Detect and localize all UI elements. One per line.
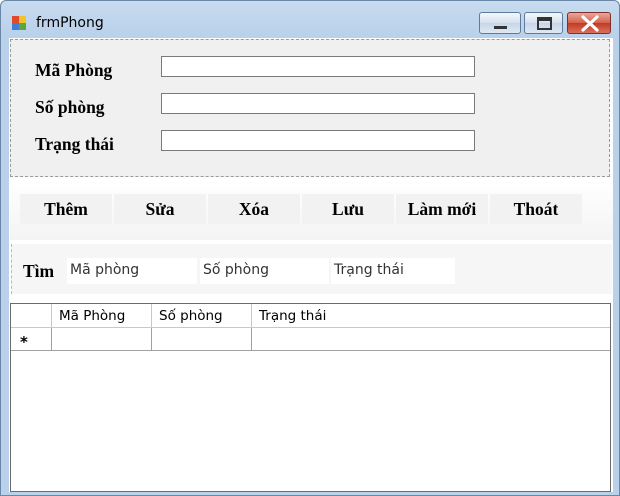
column-header-so-phong[interactable]: Số phòng (152, 304, 252, 328)
form-client-area: Mã Phòng Số phòng Trạng thái Thêm Sửa Xó… (9, 38, 613, 492)
sua-button[interactable]: Sửa (114, 194, 206, 224)
column-header-trang-thai[interactable]: Trạng thái (252, 304, 610, 328)
close-icon (581, 15, 599, 32)
ma-phong-label: Mã Phòng (35, 60, 113, 80)
minimize-icon (494, 26, 507, 29)
search-so-phong-input[interactable]: Số phòng (200, 258, 329, 284)
row-header-corner (11, 304, 52, 328)
new-row-cell[interactable] (152, 328, 252, 351)
new-row-cell[interactable] (52, 328, 152, 351)
search-label: Tìm (23, 261, 55, 281)
so-phong-field[interactable] (161, 93, 475, 114)
form-app-icon (12, 16, 26, 30)
new-row-cell[interactable] (252, 328, 610, 351)
maximize-button[interactable] (524, 12, 563, 34)
title-bar[interactable]: frmPhong (1, 1, 619, 37)
so-phong-label: Số phòng (35, 97, 105, 117)
trang-thai-label: Trạng thái (35, 134, 114, 154)
column-header-ma-phong[interactable]: Mã Phòng (52, 304, 152, 328)
close-button[interactable] (567, 12, 611, 34)
new-row-header[interactable] (11, 328, 52, 351)
window-title: frmPhong (36, 15, 104, 31)
trang-thai-field[interactable] (161, 130, 475, 151)
ma-phong-field[interactable] (161, 56, 475, 77)
them-button[interactable]: Thêm (20, 194, 112, 224)
xoa-button[interactable]: Xóa (208, 194, 300, 224)
search-ma-phong-input[interactable]: Mã phòng (67, 258, 197, 284)
app-window: frmPhong Mã Phòng Số phòng Trạng thái Th (0, 0, 620, 496)
maximize-icon (537, 17, 552, 30)
minimize-button[interactable] (479, 12, 521, 34)
new-row-marker: * (20, 333, 28, 351)
search-trang-thai-input[interactable]: Trạng thái (331, 258, 455, 284)
luu-button[interactable]: Lưu (302, 194, 394, 224)
data-grid[interactable]: Mã Phòng Số phòng Trạng thái * (10, 303, 611, 492)
lam-moi-button[interactable]: Làm mới (396, 194, 488, 224)
thoat-button[interactable]: Thoát (490, 194, 582, 224)
